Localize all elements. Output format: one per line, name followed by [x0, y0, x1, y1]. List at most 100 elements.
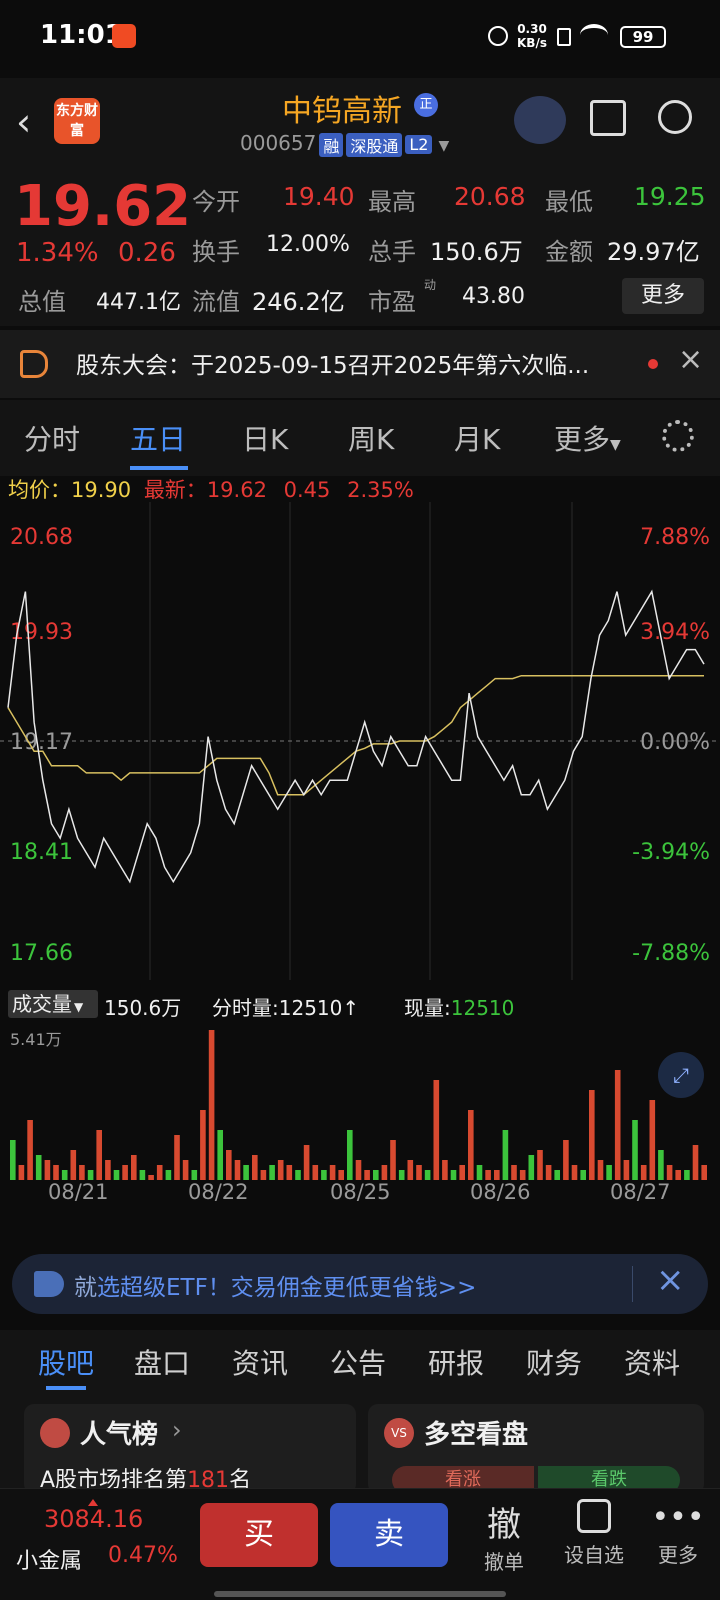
volume-bar	[476, 1165, 483, 1180]
volume-selector[interactable]: 成交量 ▼	[8, 990, 98, 1018]
volume-bar	[701, 1165, 707, 1180]
volume-bar	[398, 1170, 405, 1180]
volume-bar	[684, 1170, 690, 1180]
gear-icon[interactable]	[662, 420, 694, 452]
volume-bar	[502, 1130, 509, 1180]
notice-bar[interactable]: 股东大会：于2025-09-15召开2025年第六次临... ×	[0, 330, 720, 398]
add-watchlist-button[interactable]: 设自选	[552, 1497, 636, 1568]
volume-bar	[226, 1150, 232, 1180]
notice-text: 股东大会：于2025-09-15召开2025年第六次临...	[76, 353, 590, 379]
pe-value: 43.80	[462, 284, 525, 309]
tab-forum[interactable]: 股吧	[38, 1342, 94, 1382]
current-volume: 现量:12510	[404, 992, 514, 1021]
buy-button[interactable]: 买	[200, 1503, 318, 1567]
volume-bar	[666, 1165, 673, 1180]
volume-bar	[347, 1130, 353, 1180]
volume-bar	[252, 1155, 258, 1180]
tab-underline	[46, 1386, 86, 1390]
sentiment-card[interactable]: VS 多空看盘 看涨 看跌	[368, 1404, 704, 1494]
y-axis-right-tick: -3.94%	[632, 840, 710, 865]
tab-monthly-k[interactable]: 月K	[454, 418, 500, 458]
status-time: 11:01	[40, 20, 123, 50]
tab-daily-k[interactable]: 日K	[242, 418, 288, 458]
volume-bar	[96, 1130, 102, 1180]
tick-volume-value: 12510	[278, 996, 343, 1020]
popularity-title: 人气榜	[80, 1420, 159, 1450]
last-value: 19.62	[206, 478, 267, 502]
tab-orderbook[interactable]: 盘口	[134, 1342, 190, 1382]
volume-selector-label: 成交量	[12, 992, 72, 1016]
robot-assistant-icon[interactable]	[514, 96, 566, 144]
current-volume-label: 现量:	[404, 996, 451, 1020]
back-icon[interactable]: ‹	[16, 100, 31, 144]
price-chart-svg[interactable]: 20.6819.9319.1718.4117.667.88%3.94%0.00%…	[0, 502, 720, 980]
volume-bar	[433, 1080, 440, 1180]
close-icon[interactable]: ×	[656, 1260, 685, 1300]
current-volume-value: 12510	[450, 996, 515, 1020]
status-bar: 11:01 0.30 KB/s 99	[0, 0, 720, 78]
more-button[interactable]: 更多	[622, 278, 704, 314]
stock-code-row: 000657 融深股通 L2 ▼	[240, 131, 449, 157]
tab-news[interactable]: 资讯	[232, 1342, 288, 1382]
tab-intraday[interactable]: 分时	[24, 418, 80, 458]
volume-total: 150.6万	[104, 996, 182, 1020]
share-icon[interactable]	[590, 100, 626, 136]
zheng-badge: 正	[414, 93, 438, 117]
y-axis-right-tick: -7.88%	[632, 941, 710, 966]
expand-icon[interactable]: ⤢	[658, 1052, 704, 1098]
volume-bar	[545, 1165, 552, 1180]
popularity-card[interactable]: 人气榜 › A股市场排名第181名	[24, 1404, 356, 1494]
sector-change-pct: 0.47%	[108, 1543, 178, 1568]
sector-index-value: 3084.16	[44, 1505, 144, 1533]
float-label: 流值	[192, 288, 240, 316]
wifi-icon	[580, 24, 608, 46]
tab-research[interactable]: 研报	[428, 1342, 484, 1382]
speaker-icon	[20, 350, 48, 378]
turnover-value: 12.00%	[266, 232, 350, 257]
search-icon[interactable]	[658, 100, 692, 134]
volume-bar	[312, 1165, 319, 1180]
volume-bar	[658, 1150, 664, 1180]
volume-value: 150.6万	[430, 238, 523, 266]
volume-bar	[61, 1170, 68, 1180]
volume-bar	[519, 1170, 526, 1180]
volume-bar	[373, 1170, 379, 1180]
tab-financials[interactable]: 财务	[526, 1342, 582, 1382]
ranking-icon	[40, 1418, 70, 1448]
tab-more[interactable]: 更多▼	[554, 418, 621, 458]
sim-icon	[557, 28, 571, 46]
up-triangle-icon	[88, 1499, 98, 1506]
promo-banner[interactable]: 就选超级ETF！交易佣金更低更省钱>> ×	[12, 1254, 708, 1314]
volume-bar	[243, 1165, 249, 1180]
volume-bar	[442, 1160, 448, 1180]
tab-weekly-k[interactable]: 周K	[348, 418, 394, 458]
sector-name[interactable]: 小金属	[16, 1543, 82, 1575]
tab-five-day[interactable]: 五日	[130, 418, 186, 458]
tab-profile[interactable]: 资料	[624, 1342, 680, 1382]
turnover-label: 换手	[192, 238, 240, 266]
volume-bar	[537, 1150, 543, 1180]
volume-bar	[597, 1160, 604, 1180]
volume-bar	[165, 1170, 172, 1180]
volume-bar	[70, 1150, 77, 1180]
volume-bar	[79, 1165, 85, 1180]
net-speed: 0.30 KB/s	[517, 22, 547, 50]
unread-dot	[648, 359, 658, 369]
tab-announcements[interactable]: 公告	[330, 1342, 386, 1382]
date-label: 08/22	[188, 1180, 249, 1204]
volume-bar	[27, 1120, 33, 1180]
chevron-down-icon[interactable]: ▼	[438, 138, 449, 154]
pe-dynamic-sup: 动	[424, 278, 437, 292]
more-menu-button[interactable]: ••• 更多	[648, 1497, 708, 1568]
cancel-order-button[interactable]: 撤 撤单	[470, 1497, 538, 1575]
y-axis-left-tick: 18.41	[10, 840, 73, 865]
promo-text-rest: 选超级ETF！交易佣金更低更省钱>>	[97, 1275, 477, 1301]
open-value: 19.40	[283, 182, 355, 211]
promo-text-first: 就	[74, 1275, 97, 1301]
sell-button[interactable]: 卖	[330, 1503, 448, 1567]
close-icon[interactable]: ×	[678, 342, 703, 377]
cancel-order-label: 撤单	[484, 1550, 524, 1574]
five-day-chart[interactable]: 均价：19.90 最新：19.62 0.45 2.35% 20.68 19.93 1…	[0, 476, 720, 1206]
avg-label: 均价：	[8, 478, 71, 502]
app-logo[interactable]: 东方财富	[54, 98, 100, 144]
